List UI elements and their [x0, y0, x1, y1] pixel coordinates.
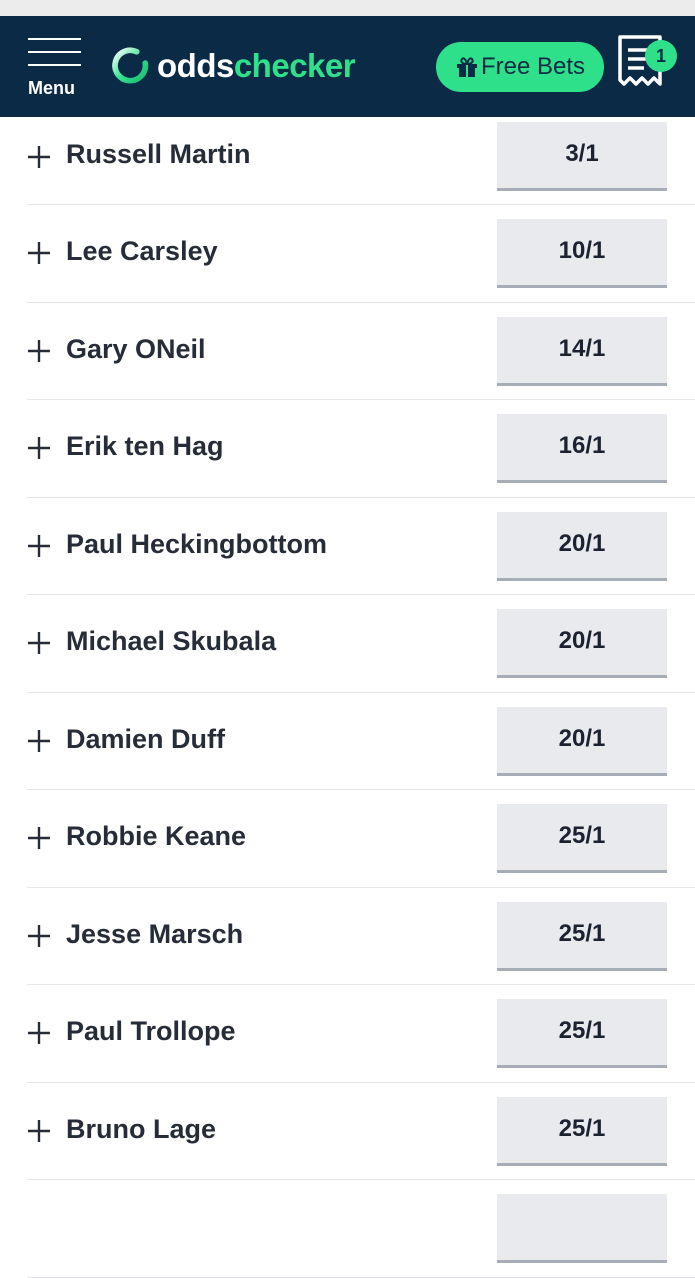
plus-icon[interactable]	[27, 924, 51, 948]
plus-icon[interactable]	[27, 534, 51, 558]
plus-icon[interactable]	[27, 826, 51, 850]
odds-button[interactable]: 20/1	[497, 706, 667, 776]
selection-name: Erik ten Hag	[66, 431, 224, 461]
odds-button[interactable]: 25/1	[497, 901, 667, 971]
selection-name: Russell Martin	[66, 139, 251, 169]
list-item: Jesse Marsch 25/1	[27, 888, 695, 986]
logo-wordmark-odds: odds	[157, 47, 234, 84]
hamburger-icon-line-3	[28, 64, 81, 66]
logo-ring-icon	[112, 47, 149, 84]
odds-button[interactable]: 14/1	[497, 316, 667, 386]
selection-name: Damien Duff	[66, 723, 226, 754]
list-item: Gary ONeil 14/1	[27, 303, 695, 401]
logo-wordmark-checker: checker	[233, 47, 356, 84]
list-item-partial	[27, 1180, 695, 1278]
selection-name: Paul Heckingbottom	[66, 528, 328, 559]
odds-button[interactable]: 25/1	[497, 804, 667, 873]
odds-button[interactable]: 10/1	[497, 219, 667, 288]
menu-button[interactable]: Menu	[28, 38, 82, 100]
hamburger-icon-line-2	[28, 51, 81, 53]
oddschecker-logo[interactable]: oddschecker	[112, 46, 356, 86]
list-item: Damien Duff 20/1	[27, 693, 695, 791]
logo-wordmark: oddschecker	[157, 46, 356, 86]
plus-icon[interactable]	[27, 631, 51, 655]
betslip-count-badge: 1	[645, 40, 677, 72]
plus-icon[interactable]	[27, 1119, 51, 1143]
list-item: Erik ten Hag 16/1	[27, 400, 695, 498]
odds-button[interactable]: 16/1	[497, 414, 667, 483]
list-item: Bruno Lage 25/1	[27, 1083, 695, 1181]
selection-name: Bruno Lage	[66, 1113, 217, 1144]
top-navigation-bar: Menu oddschecker Free Bets 1	[0, 16, 695, 117]
free-bets-label: Free Bets	[480, 53, 586, 80]
list-item: Robbie Keane 25/1	[27, 790, 695, 888]
odds-button[interactable]: 20/1	[497, 609, 667, 678]
odds-button[interactable]: 25/1	[497, 1096, 667, 1166]
odds-button[interactable]	[497, 1194, 667, 1263]
list-item: Russell Martin 3/1	[27, 117, 695, 205]
selection-name: Gary ONeil	[66, 333, 206, 364]
gift-icon	[456, 57, 477, 77]
list-item: Paul Heckingbottom 20/1	[27, 498, 695, 596]
menu-label: Menu	[28, 78, 75, 98]
plus-icon[interactable]	[27, 145, 51, 169]
selection-name: Lee Carsley	[66, 236, 218, 266]
plus-icon[interactable]	[27, 241, 51, 265]
selection-name: Paul Trollope	[66, 1016, 236, 1046]
free-bets-button[interactable]: Free Bets	[436, 42, 604, 92]
odds-button[interactable]: 20/1	[497, 511, 667, 581]
list-item: Lee Carsley 10/1	[27, 205, 695, 303]
selections-list: Russell Martin 3/1 Lee Carsley 10/1 Gary…	[0, 117, 695, 1278]
selection-name: Robbie Keane	[66, 821, 247, 851]
odds-button[interactable]: 3/1	[497, 122, 667, 191]
plus-icon[interactable]	[27, 436, 51, 460]
odds-button[interactable]: 25/1	[497, 999, 667, 1068]
hamburger-icon-line-1	[28, 38, 81, 40]
list-item: Paul Trollope 25/1	[27, 985, 695, 1083]
status-strip	[0, 0, 695, 16]
plus-icon[interactable]	[27, 1021, 51, 1045]
plus-icon[interactable]	[27, 339, 51, 363]
plus-icon[interactable]	[27, 729, 51, 753]
list-item: Michael Skubala 20/1	[27, 595, 695, 693]
selection-name: Michael Skubala	[66, 626, 277, 656]
selection-name: Jesse Marsch	[66, 918, 244, 949]
